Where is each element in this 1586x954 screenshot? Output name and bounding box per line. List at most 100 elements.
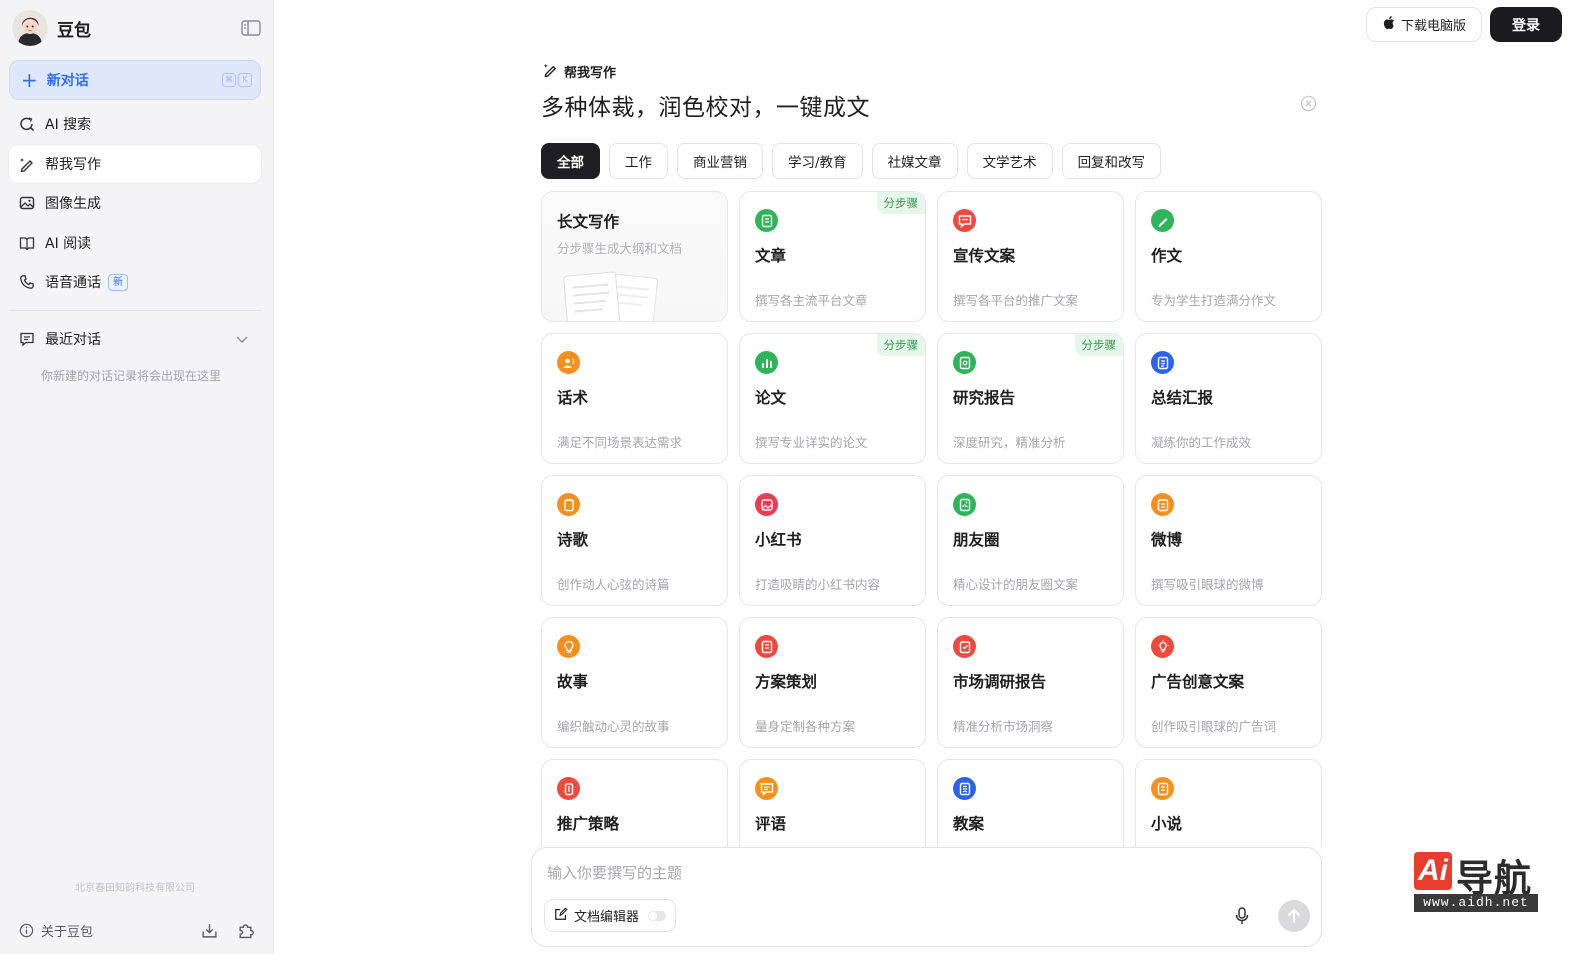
idea-bulb-icon [1151, 635, 1174, 658]
report-icon [953, 351, 976, 374]
card-title: 微博 [1151, 531, 1183, 549]
category-filters: 全部 工作 商业营销 学习/教育 社媒文章 文学艺术 回复和改写 [541, 143, 1162, 179]
shortcut-hint: ⌘ K [222, 73, 252, 87]
card-title: 诗歌 [557, 531, 589, 549]
card-title: 长文写作 [557, 213, 620, 231]
card-title: 小说 [1151, 815, 1183, 833]
card-desc: 凝练你的工作成效 [1151, 435, 1252, 450]
image-icon [19, 195, 35, 211]
arrow-up-icon [1287, 908, 1301, 923]
sidebar: 豆包 + 新对话 ⌘ K AI 搜索 帮我写作 图像生成 AI 阅读 语音通话 … [0, 0, 274, 954]
sidebar-nav: AI 搜索 帮我写作 图像生成 AI 阅读 语音通话 新 [9, 105, 261, 303]
person-talk-icon [557, 351, 580, 374]
writing-card[interactable]: 小红书打造吸睛的小红书内容 [739, 475, 926, 606]
writing-card[interactable]: 教案 [937, 759, 1124, 847]
filter-chip-social[interactable]: 社媒文章 [871, 143, 958, 179]
sidebar-collapse-icon[interactable] [240, 17, 262, 39]
recent-chats-toggle[interactable]: 最近对话 [19, 329, 253, 349]
writing-card[interactable]: 推广策略 [541, 759, 728, 847]
writing-card[interactable]: 市场调研报告 精准分析市场洞察 [937, 617, 1124, 748]
topic-input[interactable] [547, 862, 1237, 884]
brand-name: 豆包 [57, 20, 91, 41]
microphone-icon[interactable] [1232, 906, 1252, 926]
watermark-logo: Ai 导航 www.aidh.net [1412, 850, 1540, 914]
filter-chip-literature[interactable]: 文学艺术 [966, 143, 1053, 179]
writing-card[interactable]: 故事 编织触动心灵的故事 [541, 617, 728, 748]
download-desktop-button[interactable]: 下载电脑版 [1366, 7, 1482, 42]
card-desc: 精心设计的朋友圈文案 [953, 577, 1079, 592]
sidebar-item-image[interactable]: 图像生成 [9, 184, 261, 222]
writing-card[interactable]: 研究报告 深度研究，精准分析 分步骤 [937, 333, 1124, 464]
card-title: 总结汇报 [1151, 389, 1214, 407]
sidebar-item-writing[interactable]: 帮我写作 [9, 144, 261, 183]
writing-card[interactable]: 总结汇报凝练你的工作成效 [1135, 333, 1322, 464]
filter-chip-reply[interactable]: 回复和改写 [1061, 143, 1162, 179]
chevron-down-icon [235, 332, 249, 350]
card-title: 作文 [1151, 247, 1183, 265]
company-name: 北京春田知韵科技有限公司 [75, 883, 195, 894]
plugin-icon[interactable] [236, 921, 254, 939]
close-icon[interactable] [1300, 95, 1317, 112]
writing-card[interactable]: 诗歌 创作动人心弦的诗篇 [541, 475, 728, 606]
about-link[interactable]: 关于豆包 [41, 921, 93, 940]
watermark-url: www.aidh.net [1414, 894, 1538, 912]
writing-card[interactable]: 朋友圈精心设计的朋友圈文案 [937, 475, 1124, 606]
writing-card[interactable]: 评语 [739, 759, 926, 847]
document-icon [1151, 351, 1174, 374]
sidebar-item-label: 帮我写作 [45, 156, 101, 173]
card-title: 小红书 [755, 531, 802, 549]
card-desc: 打造吸睛的小红书内容 [755, 577, 881, 592]
writing-card[interactable]: 作文专为学生打造满分作文 [1135, 191, 1322, 322]
photo-post-icon [755, 493, 778, 516]
watermark-ai-mark: Ai [1414, 852, 1452, 890]
writing-card[interactable]: 话术满足不同场景表达需求 [541, 333, 728, 464]
download-app-icon[interactable] [200, 921, 218, 939]
card-title: 朋友圈 [953, 531, 1000, 549]
doc-editor-toggle[interactable]: 文档编辑器 [544, 899, 677, 932]
writing-cards-scroll[interactable]: 长文写作 分步骤生成大纲和文档 文章 撰写各主流平台文章 分步骤 宣传文案 撰写各平台的推广… [541, 191, 1322, 847]
bar-chart-icon [755, 351, 778, 374]
doc-editor-label: 文档编辑器 [574, 910, 640, 925]
login-button[interactable]: 登录 [1490, 7, 1562, 42]
card-title: 推广策略 [557, 815, 620, 833]
tool-tag: 帮我写作 [543, 62, 616, 81]
sidebar-item-label: 图像生成 [45, 196, 101, 212]
filter-chip-marketing[interactable]: 商业营销 [677, 143, 763, 179]
page-title: 多种体裁，润色校对，一键成文 [541, 95, 870, 121]
card-desc: 分步骤生成大纲和文档 [557, 241, 683, 256]
writing-card[interactable]: 长文写作分步骤生成大纲和文档 [541, 191, 728, 322]
sidebar-item-voice-call[interactable]: 语音通话 新 [9, 263, 261, 301]
doc-editor-switch[interactable] [648, 910, 667, 921]
writing-card[interactable]: 小说 [1135, 759, 1322, 847]
new-chat-button[interactable]: + 新对话 ⌘ K [9, 60, 261, 100]
card-desc: 编织触动心灵的故事 [557, 719, 670, 734]
card-desc: 满足不同场景表达需求 [557, 435, 683, 450]
card-title: 论文 [755, 389, 787, 407]
card-title: 研究报告 [953, 389, 1016, 407]
filter-chip-work[interactable]: 工作 [609, 143, 668, 179]
writing-cards-grid: 长文写作 分步骤生成大纲和文档 文章 撰写各主流平台文章 分步骤 宣传文案 撰写各平台的推广… [541, 191, 1322, 847]
writing-card[interactable]: 宣传文案 撰写各平台的推广文案 [937, 191, 1124, 322]
writing-card[interactable]: 方案策划 量身定制各种方案 [739, 617, 926, 748]
sidebar-item-reading[interactable]: AI 阅读 [9, 224, 261, 262]
writing-card[interactable]: 广告创意文案 创作吸引眼球的广告词 [1135, 617, 1322, 748]
avatar[interactable] [12, 10, 48, 46]
survey-icon [953, 635, 976, 658]
documents-illustration-icon [563, 271, 659, 321]
card-desc: 量身定制各种方案 [755, 719, 856, 734]
writing-card[interactable]: 文章 撰写各主流平台文章 分步骤 [739, 191, 926, 322]
writing-card[interactable]: 微博 撰写吸引眼球的微博 [1135, 475, 1322, 606]
step-badge: 分步骤 [876, 192, 925, 214]
writing-card[interactable]: 论文 撰写专业详实的论文 分步骤 [739, 333, 926, 464]
send-button[interactable] [1278, 900, 1310, 932]
sidebar-item-ai-search[interactable]: AI 搜索 [9, 105, 261, 143]
card-desc: 深度研究，精准分析 [953, 435, 1066, 450]
chat-bubble-icon [953, 209, 976, 232]
filter-chip-education[interactable]: 学习/教育 [772, 143, 863, 179]
sidebar-item-label: AI 阅读 [45, 235, 92, 252]
card-desc: 专为学生打造满分作文 [1151, 293, 1277, 308]
card-title: 话术 [557, 389, 589, 407]
filter-chip-all[interactable]: 全部 [541, 143, 600, 179]
search-refresh-icon [19, 116, 35, 132]
comment-icon [755, 777, 778, 800]
